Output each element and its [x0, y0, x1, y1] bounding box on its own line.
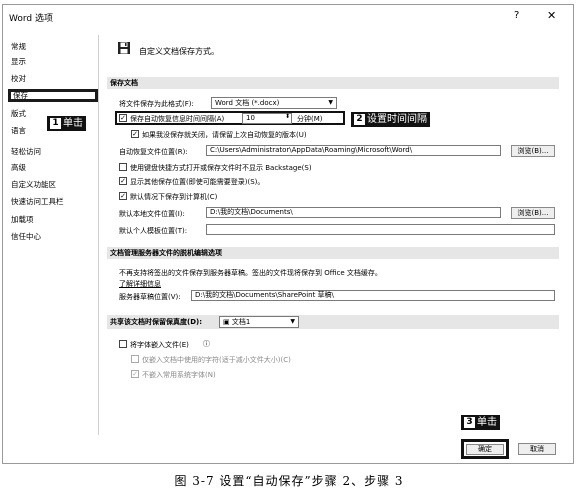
- personal-templates-label: 默认个人模板位置(T):: [119, 227, 188, 235]
- keep-last-label: 如果我没保存就关闭，请保留上次自动恢复的版本(U): [142, 131, 307, 139]
- sidebar-item-layout[interactable]: 版式: [11, 108, 26, 119]
- save-to-computer-checkbox[interactable]: ✓: [119, 192, 127, 200]
- sidebar-item-trust-center[interactable]: 信任中心: [11, 231, 41, 242]
- format-dropdown[interactable]: Word 文档 (*.docx) ▼: [211, 97, 337, 109]
- close-icon[interactable]: ✕: [547, 9, 556, 22]
- format-label: 将文件保存为此格式(F):: [119, 100, 194, 108]
- learn-more-link[interactable]: 了解详细信息: [119, 279, 161, 289]
- sidebar-item-advanced[interactable]: 高级: [11, 162, 26, 173]
- info-icon: ⓘ: [203, 340, 210, 348]
- sidebar-item-display[interactable]: 显示: [11, 56, 26, 67]
- browse-autorecover-button[interactable]: 浏览(B)...: [511, 145, 555, 157]
- callout-text: 单击: [477, 417, 497, 428]
- embed-fonts-label: 将字体嵌入文件(E): [130, 341, 189, 349]
- server-drafts-input[interactable]: D:\我的文档\Documents\SharePoint 草稿\: [191, 290, 555, 301]
- save-disk-icon: [118, 42, 130, 54]
- personal-templates-input[interactable]: [206, 224, 555, 235]
- title-bar: Word 选项 ? ✕: [3, 5, 573, 27]
- ok-button-highlight: 确定: [461, 439, 509, 459]
- autorecover-location-label: 自动恢复文件位置(R):: [119, 148, 188, 156]
- cancel-button[interactable]: 取消: [518, 443, 556, 455]
- browse-local-button[interactable]: 浏览(B)...: [511, 207, 555, 219]
- no-backstage-checkbox[interactable]: [119, 163, 127, 171]
- minutes-unit-label: 分钟(M): [297, 115, 323, 123]
- callout-number: 1: [50, 118, 61, 129]
- callout-step-3: 3 单击: [461, 415, 500, 430]
- fidelity-document-value: 文档1: [231, 318, 251, 326]
- callout-step-2: 2 设置时间间隔: [351, 112, 430, 127]
- chevron-down-icon: ▼: [290, 318, 295, 325]
- local-location-input[interactable]: D:\我的文档\Documents\: [206, 207, 501, 218]
- offline-note: 不再支持将签出的文件保存到服务器草稿。签出的文件现将保存到 Office 文档缓…: [119, 269, 382, 277]
- no-backstage-label: 使用键盘快捷方式打开或保存文件时不显示 Backstage(S): [130, 164, 312, 172]
- help-icon[interactable]: ?: [514, 10, 519, 21]
- figure-caption: 图 3-7 设置“自动保存”步骤 2、步骤 3: [174, 474, 404, 488]
- section-save-documents: 保存文档: [107, 77, 559, 89]
- sidebar-item-language[interactable]: 语言: [11, 125, 26, 136]
- embed-used-chars-checkbox[interactable]: [131, 355, 139, 363]
- ok-button[interactable]: 确定: [466, 444, 504, 455]
- embed-fonts-checkbox[interactable]: [119, 340, 127, 348]
- show-additional-label: 显示其他保存位置(即使可能需要登录)(S)。: [130, 178, 265, 186]
- no-common-fonts-checkbox[interactable]: ✓: [131, 370, 139, 378]
- page-heading: 自定义文档保存方式。: [139, 47, 219, 56]
- autorecover-location-input[interactable]: C:\Users\Administrator\AppData\Roaming\M…: [206, 145, 501, 156]
- save-to-computer-label: 默认情况下保存到计算机(C): [130, 193, 218, 201]
- sidebar-item-proofing[interactable]: 校对: [11, 73, 26, 84]
- callout-number: 2: [354, 114, 365, 125]
- fidelity-document-dropdown[interactable]: ▣ 文档1 ▼: [219, 316, 299, 328]
- show-additional-checkbox[interactable]: ✓: [119, 177, 127, 185]
- sidebar-item-save[interactable]: 保存: [8, 89, 98, 102]
- local-location-label: 默认本地文件位置(I):: [119, 210, 185, 218]
- sidebar-item-quick-access[interactable]: 快速访问工具栏: [11, 196, 64, 207]
- autorecover-label: 保存自动恢复信息时间间隔(A): [130, 115, 225, 123]
- section-fidelity: 共享该文档时保留保真度(D):: [107, 315, 559, 329]
- no-common-fonts-label: 不嵌入常用系统字体(N): [142, 371, 216, 379]
- chevron-down-icon: ▼: [328, 99, 333, 106]
- callout-text: 设置时间间隔: [367, 114, 427, 125]
- sidebar-item-customize-ribbon[interactable]: 自定义功能区: [11, 179, 56, 190]
- callout-number: 3: [464, 417, 475, 428]
- sidebar: 常规 显示 校对 保存 版式 语言 轻松访问 高级 自定义功能区 快速访问工具栏…: [7, 35, 99, 435]
- document-icon: ▣: [223, 318, 232, 326]
- window-title: Word 选项: [9, 14, 53, 24]
- format-value: Word 文档 (*.docx): [215, 99, 280, 107]
- save-options-panel: 自定义文档保存方式。 保存文档 将文件保存为此格式(F): Word 文档 (*…: [107, 35, 567, 435]
- sidebar-item-accessibility[interactable]: 轻松访问: [11, 146, 41, 157]
- server-drafts-label: 服务器草稿位置(V):: [119, 293, 181, 301]
- autorecover-checkbox[interactable]: ✓: [119, 114, 127, 122]
- callout-text: 单击: [63, 118, 83, 129]
- word-options-dialog: Word 选项 ? ✕ 常规 显示 校对 保存 版式 语言 轻松访问 高级 自定…: [2, 4, 574, 464]
- sidebar-item-general[interactable]: 常规: [11, 41, 26, 52]
- section-offline-editing: 文档管理服务器文件的脱机编辑选项: [107, 247, 559, 259]
- sidebar-item-addins[interactable]: 加载项: [11, 214, 34, 225]
- callout-step-1: 1 单击: [47, 116, 86, 131]
- embed-used-chars-label: 仅嵌入文档中使用的字符(适于减小文件大小)(C): [142, 356, 291, 364]
- stepper-arrows-icon[interactable]: ⬍: [285, 113, 290, 120]
- keep-last-checkbox[interactable]: ✓: [131, 130, 139, 138]
